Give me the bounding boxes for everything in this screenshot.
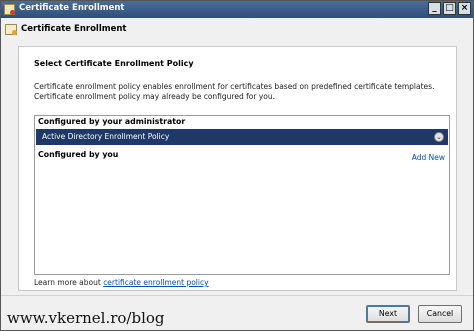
policy-list: Configured by your administrator Active … (34, 115, 450, 275)
policy-item-label: Active Directory Enrollment Policy (42, 132, 170, 141)
window-title: Certificate Enrollment (19, 3, 125, 13)
watermark-text: www.vkernel.ro/blog (7, 309, 165, 327)
app-certificate-icon (4, 4, 15, 15)
title-bar[interactable]: Certificate Enrollment _ □ × (1, 1, 473, 18)
header-certificate-icon (5, 24, 17, 35)
learn-more-link[interactable]: certificate enrollment policy (103, 278, 208, 287)
policy-item-active-directory[interactable]: Active Directory Enrollment Policy ⌄ (36, 129, 448, 145)
cancel-button[interactable]: Cancel (418, 305, 462, 323)
minimize-icon[interactable]: _ (428, 2, 441, 15)
learn-more-text: Learn more about certificate enrollment … (34, 278, 209, 287)
section-title: Select Certificate Enrollment Policy (34, 59, 194, 68)
content-panel: Select Certificate Enrollment Policy Cer… (18, 46, 457, 291)
window-controls: _ □ × (426, 2, 471, 17)
wizard-header: Certificate Enrollment (1, 18, 473, 40)
footer-divider (1, 295, 473, 296)
close-icon[interactable]: × (458, 2, 471, 15)
chevron-expand-icon[interactable]: ⌄ (434, 132, 444, 142)
policy-description: Certificate enrollment policy enables en… (34, 82, 435, 101)
maximize-icon[interactable]: □ (443, 2, 456, 15)
wizard-title: Certificate Enrollment (21, 24, 127, 34)
learn-more-prefix: Learn more about (34, 278, 104, 287)
certificate-enrollment-window: Certificate Enrollment _ □ × Certificate E… (0, 0, 474, 331)
next-button[interactable]: Next (366, 305, 410, 323)
group-user-label: Configured by you (38, 150, 119, 159)
group-admin-label: Configured by your administrator (38, 117, 186, 126)
add-new-link[interactable]: Add New (412, 153, 445, 162)
